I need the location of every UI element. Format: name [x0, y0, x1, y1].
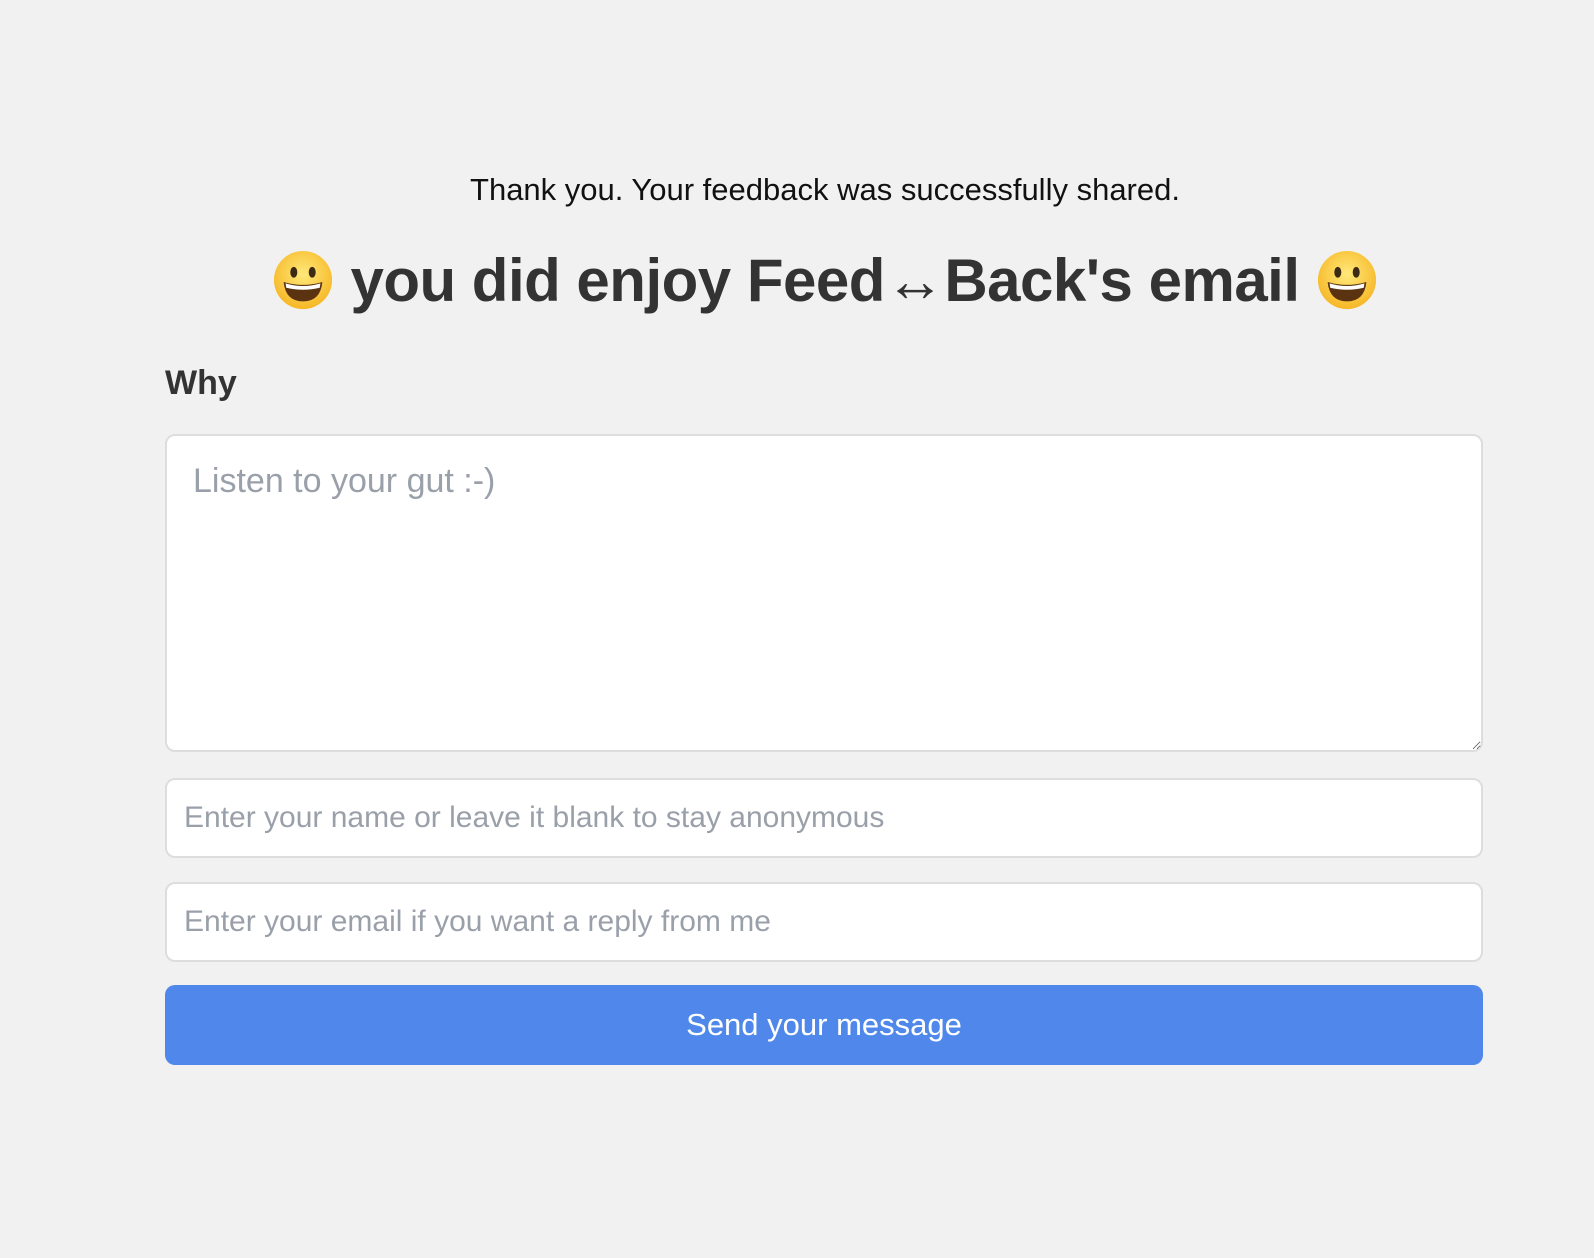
why-textarea[interactable]: [165, 434, 1483, 752]
feedback-page: Thank you. Your feedback was successfull…: [0, 0, 1594, 1258]
name-input[interactable]: [165, 778, 1483, 858]
grinning-face-icon: [1316, 249, 1378, 311]
page-title: you did enjoy Feed↔Back's email: [0, 240, 1594, 320]
grinning-face-icon: [272, 249, 334, 311]
headline-text: you did enjoy Feed↔Back's email: [350, 246, 1300, 314]
email-input[interactable]: [165, 882, 1483, 962]
success-notice: Thank you. Your feedback was successfull…: [470, 172, 1180, 207]
send-message-button[interactable]: Send your message: [165, 985, 1483, 1065]
why-label: Why: [165, 364, 237, 402]
